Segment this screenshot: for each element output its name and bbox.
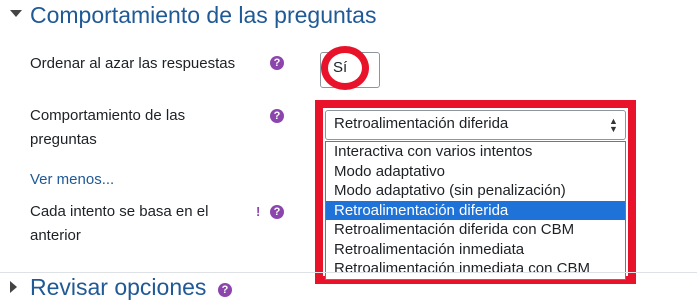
option-item-selected[interactable]: Retroalimentación diferida [326, 200, 625, 220]
shuffle-label: Ordenar al azar las respuestas [30, 55, 236, 72]
each-attempt-label: Cada intento se basa en el anterior [30, 203, 209, 244]
question-circle-icon[interactable]: ? [270, 205, 284, 219]
option-item[interactable]: Interactiva con varios intentos [326, 142, 625, 162]
expand-caret-icon[interactable] [10, 281, 17, 293]
select-arrows-icon: ▲▼ [609, 116, 618, 134]
option-item[interactable]: Modo adaptativo [326, 162, 625, 182]
question-circle-icon[interactable]: ? [270, 109, 284, 123]
option-item[interactable]: Modo adaptativo (sin penalización) [326, 181, 625, 201]
section-title[interactable]: Comportamiento de las preguntas [30, 2, 376, 29]
behaviour-options-list[interactable]: Interactiva con varios intentos Modo ada… [325, 141, 626, 280]
question-circle-icon[interactable]: ? [218, 283, 232, 297]
behaviour-select-value: Retroalimentación diferida [334, 115, 509, 132]
option-item[interactable]: Retroalimentación inmediata con CBM [326, 259, 625, 279]
question-circle-icon[interactable]: ? [270, 56, 284, 70]
option-item[interactable]: Retroalimentación inmediata [326, 240, 625, 260]
collapse-caret-icon[interactable] [10, 10, 22, 17]
behaviour-label: Comportamiento de las preguntas [30, 107, 186, 148]
section-divider [0, 272, 697, 273]
shuffle-select-value: Sí [333, 59, 348, 76]
exclamation-icon: ! [256, 204, 261, 219]
next-section-title[interactable]: Revisar opciones [30, 274, 206, 301]
option-item[interactable]: Retroalimentación diferida con CBM [326, 220, 625, 240]
show-less-link[interactable]: Ver menos... [30, 171, 114, 188]
